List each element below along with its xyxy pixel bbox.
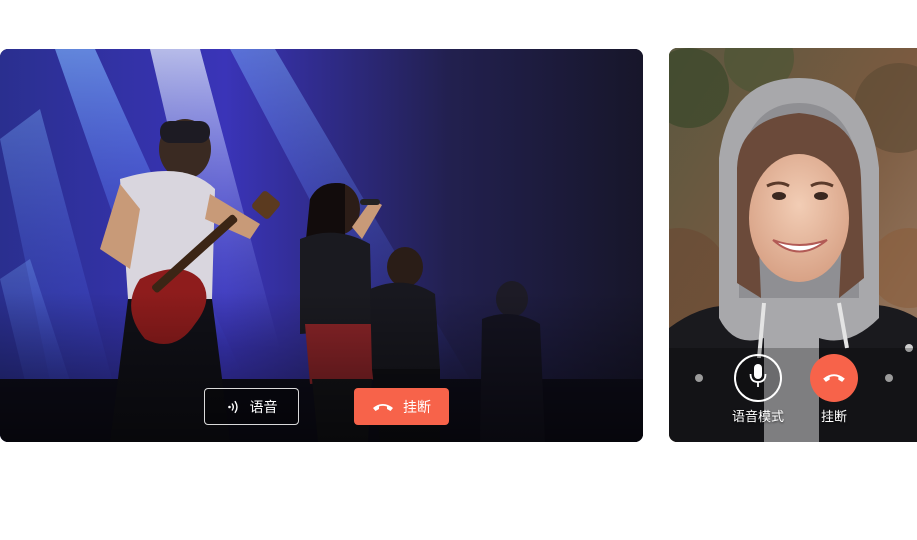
side-hangup-circle[interactable]	[810, 354, 858, 402]
microphone-icon	[748, 363, 768, 393]
voice-button-label: 语音	[249, 399, 278, 416]
hangup-button-label: 挂断	[403, 399, 431, 416]
side-hangup-label: 挂断	[820, 410, 847, 425]
phone-hangup-icon	[372, 401, 394, 413]
main-video-call-card: 语音 挂断	[0, 49, 643, 442]
voice-mode-circle[interactable]	[734, 354, 782, 402]
side-hangup-button[interactable]: 挂断	[804, 354, 864, 425]
voice-mode-button[interactable]: 语音模式	[723, 354, 793, 425]
side-video-call-card: 语音模式 挂断	[669, 48, 917, 442]
selfie-video-frame	[669, 48, 917, 442]
voice-button[interactable]: 语音	[204, 388, 299, 425]
voice-mode-label: 语音模式	[731, 410, 784, 425]
bottom-gradient-overlay	[0, 292, 643, 442]
sound-wave-icon	[226, 399, 242, 415]
phone-hangup-icon	[822, 369, 846, 388]
hangup-button[interactable]: 挂断	[354, 388, 449, 425]
